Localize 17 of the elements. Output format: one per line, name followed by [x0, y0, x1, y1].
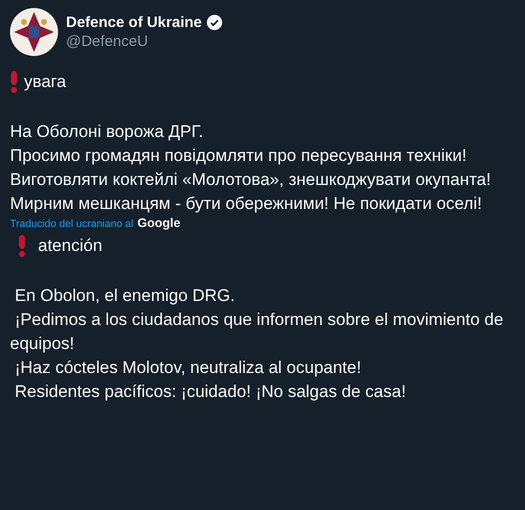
tweet-text: Просимо громадян повідомляти про пересування техніки!: [10, 145, 468, 167]
account-handle[interactable]: @DefenceU: [66, 33, 223, 50]
tweet-text: ¡Pedimos a los ciudadanos que informen sobre el movimiento de equipos!: [10, 309, 504, 355]
avatar[interactable]: [10, 8, 58, 56]
translation-link[interactable]: Traducido del ucraniano al: [10, 218, 134, 230]
alert-text: увага: [24, 71, 66, 93]
exclamation-icon: [10, 71, 18, 93]
tweet-text: ¡Haz cócteles Molotov, neutraliza al ocupante!: [14, 357, 362, 379]
provider-logo: Google: [137, 216, 180, 230]
exclamation-icon: [18, 235, 26, 257]
alert-text: atención: [38, 235, 102, 257]
tweet-text: На Оболоні ворожа ДРГ.: [10, 121, 204, 143]
tweet-text: Виготовляти коктейлі «Молотова», знешкоджувати окупанта!: [10, 169, 492, 191]
tweet-text: En Obolon, el enemigo DRG.: [14, 285, 236, 307]
tweet-text: Мирним мешканцям - бути обережними! Не покидати оселі!: [10, 193, 483, 215]
account-name[interactable]: Defence of Ukraine: [66, 14, 202, 31]
tweet-text: Residentes pacíficos: ¡cuidado! ¡No salgas de casa!: [14, 381, 407, 403]
